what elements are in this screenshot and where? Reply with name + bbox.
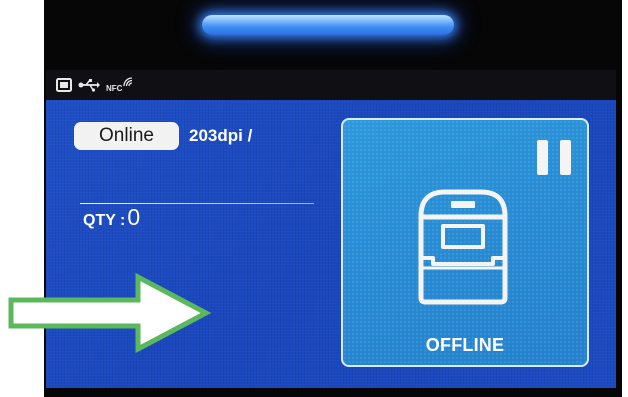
pause-icon-bar	[560, 140, 571, 175]
storage-icon	[56, 78, 72, 92]
pause-button[interactable]	[537, 140, 571, 176]
online-status-button[interactable]: Online	[74, 122, 179, 150]
usb-icon	[78, 78, 100, 92]
pause-icon	[537, 140, 548, 175]
nfc-icon: NFC	[106, 77, 134, 93]
resolution-label: 203dpi /	[189, 126, 253, 145]
status-icons: NFC	[56, 75, 134, 95]
led-light-bar	[202, 15, 454, 35]
printer-status-panel[interactable]: OFFLINE	[341, 118, 589, 367]
qty-display: QTY : 0	[83, 204, 140, 231]
qty-label: QTY :	[83, 212, 126, 229]
qty-value: 0	[127, 204, 141, 230]
status-bar: NFC	[46, 70, 616, 100]
nfc-label: NFC	[106, 84, 123, 93]
printer-icon	[407, 186, 519, 311]
right-arrow-icon	[0, 271, 212, 358]
printer-state-label: OFFLINE	[425, 335, 505, 355]
